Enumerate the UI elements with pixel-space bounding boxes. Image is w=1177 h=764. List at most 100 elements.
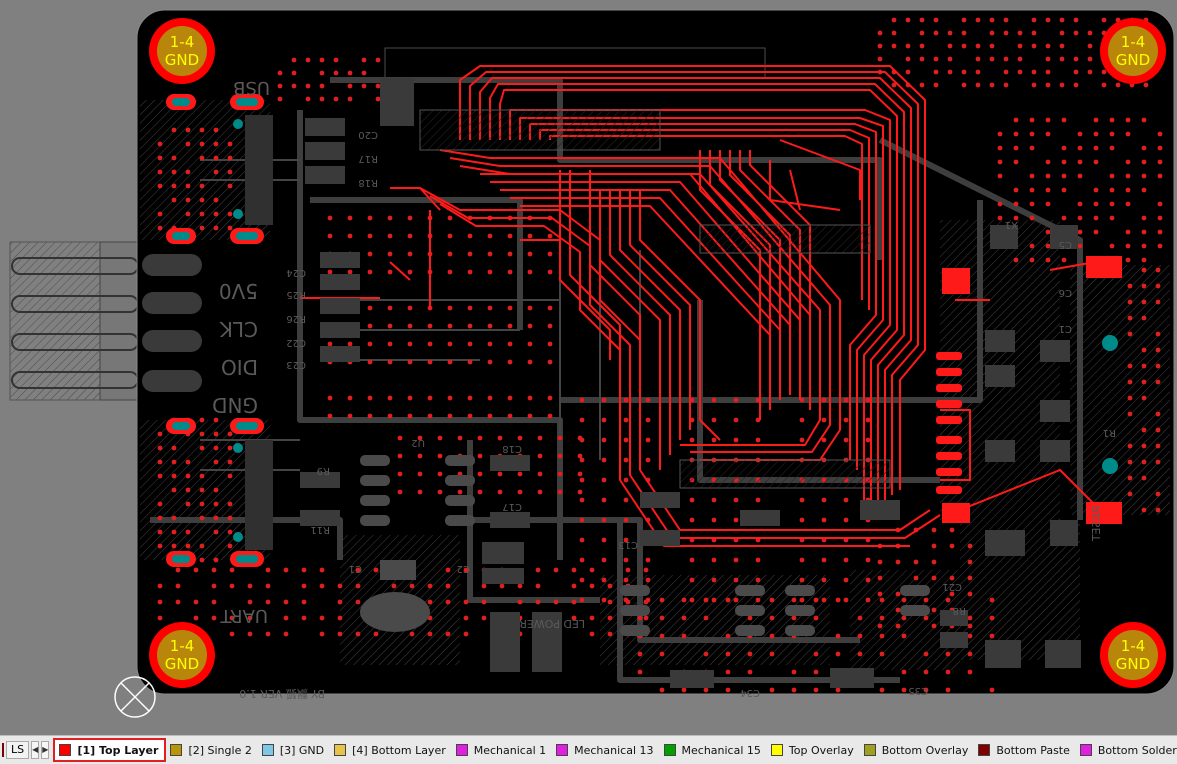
gnd-hole-top-right[interactable]: 1-4 GND [1100,18,1166,84]
via [1017,30,1023,36]
layer-tab[interactable]: Mechanical 1 [452,739,552,761]
via [703,687,709,693]
via [945,669,951,675]
via [923,615,929,621]
via [989,633,995,639]
gnd-hole-bottom-left[interactable]: 1-4 GND [149,622,215,688]
via [601,457,607,463]
svg-text:C24: C24 [286,267,306,278]
via [213,557,219,563]
via [427,395,433,401]
layer-tab[interactable]: Top Overlay [767,739,860,761]
via [643,567,649,573]
via [507,233,513,239]
current-layer-swatch[interactable] [2,743,4,757]
via [347,70,353,76]
via [487,251,493,257]
via [447,269,453,275]
svg-text:R18: R18 [358,177,378,188]
via [877,56,883,62]
layer-set-button[interactable]: LS [6,741,30,759]
chevron-left-icon[interactable]: ◀ [31,741,40,759]
via [1093,229,1099,235]
chevron-right-icon[interactable]: ▶ [41,741,50,759]
via [865,417,871,423]
via [747,615,753,621]
via [507,269,513,275]
layer-color-swatch [863,744,876,756]
via [1141,299,1147,305]
svg-text:1-4: 1-4 [1121,637,1146,655]
layer-tab[interactable]: Bottom Paste [974,739,1076,761]
via [185,501,191,507]
via [857,651,863,657]
via [171,183,177,189]
via [213,529,219,535]
gnd-hole-bottom-right[interactable]: 1-4 GND [1100,622,1166,688]
via [367,305,373,311]
via [1127,459,1133,465]
via [933,30,939,36]
layer-tab[interactable]: Mechanical 13 [552,739,659,761]
svg-text:R25: R25 [286,289,306,300]
via [199,155,205,161]
layer-tab-label: [3] GND [279,743,325,757]
via [301,567,307,573]
via [997,145,1003,151]
via [1125,201,1131,207]
via [799,577,805,583]
layer-tab[interactable]: [3] GND [258,739,330,761]
via [931,559,937,565]
via [347,215,353,221]
layer-tab[interactable]: [1] Top Layer [53,738,167,762]
layer-tab[interactable]: Bottom Overlay [860,739,975,761]
via [319,57,325,63]
via [1141,159,1147,165]
layer-color-swatch [1079,744,1092,756]
via [467,305,473,311]
svg-text:GND: GND [165,51,199,69]
via [157,431,163,437]
via [319,631,325,637]
via [527,323,533,329]
via [375,57,381,63]
via [821,597,827,603]
via [157,529,163,535]
via [891,30,897,36]
via [213,155,219,161]
via [537,453,543,459]
via [445,567,451,573]
via [367,215,373,221]
via [623,477,629,483]
via [1077,145,1083,151]
via [689,597,695,603]
via [1029,243,1035,249]
via [857,633,863,639]
layer-color-swatch [978,744,991,756]
via [535,567,541,573]
layer-tab[interactable]: Bottom Solder [1076,739,1177,761]
via [1141,475,1147,481]
via [367,233,373,239]
pcb-canvas[interactable]: USB UART 5V0 CLK DIO GND BY 飘狐 VER 1.0 L… [0,0,1177,735]
via [601,577,607,583]
layer-tab[interactable]: [2] Single 2 [166,739,257,761]
via [527,251,533,257]
via [1013,131,1019,137]
gnd-hole-top-left[interactable]: 1-4 GND [149,18,215,84]
via [517,489,523,495]
via [407,413,413,419]
via [1125,117,1131,123]
via [877,43,883,49]
via [1031,43,1037,49]
via [933,69,939,75]
layer-tab[interactable]: [4] Bottom Layer [330,739,452,761]
via [1157,229,1163,235]
via [1077,131,1083,137]
via [835,687,841,693]
via [373,567,379,573]
via [327,215,333,221]
via [931,607,937,613]
layer-tab[interactable]: Mechanical 15 [660,739,767,761]
via [337,615,343,621]
